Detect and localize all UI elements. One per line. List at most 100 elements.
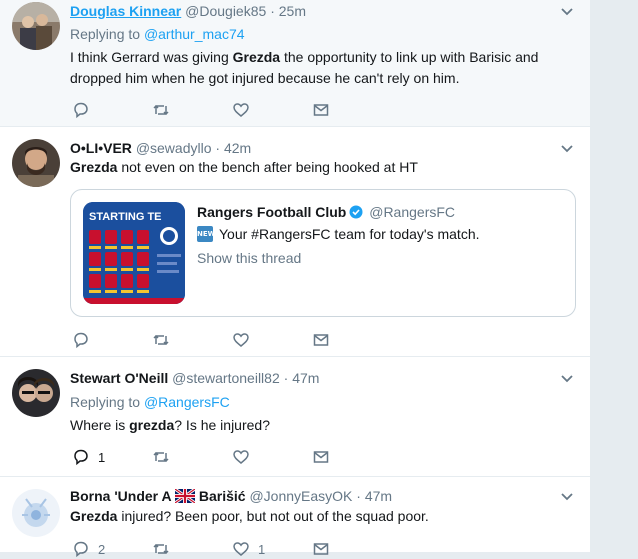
direct-message-button[interactable] — [312, 447, 330, 467]
avatar[interactable] — [12, 139, 60, 187]
reply-button[interactable]: 2 — [72, 539, 105, 559]
user-handle[interactable]: @Dougiek85 — [185, 3, 266, 19]
reply-icon — [74, 102, 88, 119]
tweet-text-part: ? Is he injured? — [174, 417, 270, 433]
highlighted-term: Grezda — [232, 49, 281, 65]
quoted-tweet-text: NEW Your #RangersFC team for today's matc… — [197, 226, 480, 242]
tweet-text-part: Where is — [70, 417, 130, 433]
show-thread-link[interactable]: Show this thread — [197, 250, 301, 266]
tweet[interactable]: Stewart O'Neill @stewartoneill82 · 47m R… — [0, 357, 590, 477]
tweet-header: Douglas Kinnear @Dougiek85 · 25m — [70, 3, 306, 19]
avatar[interactable] — [12, 369, 60, 417]
quoted-image-title: STARTING TE — [89, 211, 162, 223]
reply-icon — [74, 449, 88, 466]
user-handle[interactable]: @sewadyllo — [136, 140, 212, 156]
new-badge-icon: NEW — [197, 226, 215, 242]
timestamp[interactable]: 42m — [224, 140, 251, 156]
display-name[interactable]: O•LI•VER — [70, 140, 132, 156]
replying-to: Replying to @arthur_mac74 — [70, 26, 245, 42]
like-button[interactable] — [232, 330, 250, 350]
highlighted-term: grezda — [129, 417, 175, 433]
dm-icon — [313, 334, 329, 346]
direct-message-button[interactable] — [312, 539, 330, 559]
verified-icon — [349, 205, 363, 219]
like-icon — [233, 450, 249, 464]
separator-dot: · — [270, 3, 275, 19]
display-name-part: Barišić — [194, 488, 246, 504]
quoted-tweet-body: Your #RangersFC team for today's match. — [219, 226, 480, 242]
tweet[interactable]: O•LI•VER @sewadyllo · 42m Grezda not eve… — [0, 127, 590, 357]
separator-dot: · — [356, 488, 361, 504]
reply-icon — [74, 332, 88, 349]
timeline: Douglas Kinnear @Dougiek85 · 25m Replyin… — [0, 0, 590, 558]
reply-count: 1 — [98, 449, 106, 465]
retweet-icon — [153, 543, 169, 555]
tweet[interactable]: Borna 'Under A Barišić @JonnyEasyOK · 47… — [0, 477, 590, 558]
reply-count: 2 — [98, 541, 106, 557]
timestamp[interactable]: 25m — [279, 3, 306, 19]
chevron-down-icon[interactable] — [560, 492, 574, 502]
dm-icon — [313, 451, 329, 463]
chevron-down-icon[interactable] — [560, 374, 574, 384]
chevron-down-icon[interactable] — [560, 7, 574, 17]
display-name[interactable]: Borna 'Under A Barišić — [70, 487, 246, 505]
retweet-icon — [153, 334, 169, 346]
tweet-actions — [70, 100, 370, 120]
timestamp[interactable]: 47m — [365, 488, 392, 504]
like-icon — [233, 542, 249, 556]
tweet-text: Grezda not even on the bench after being… — [70, 157, 570, 178]
tweet-text-part: not even on the bench after being hooked… — [117, 159, 418, 175]
uk-flag-icon — [174, 487, 196, 505]
user-handle[interactable]: @JonnyEasyOK — [249, 488, 352, 504]
avatar[interactable] — [12, 2, 60, 50]
like-button[interactable] — [232, 447, 250, 467]
like-count: 1 — [258, 541, 266, 557]
separator-dot: · — [215, 140, 221, 156]
tweet-text: Where is grezda? Is he injured? — [70, 415, 570, 436]
like-icon — [233, 333, 249, 347]
chevron-down-icon[interactable] — [560, 144, 574, 154]
quoted-tweet-image[interactable]: STARTING TE — [83, 202, 185, 304]
quoted-tweet-card[interactable]: STARTING TE Rangers Football Club @Range… — [70, 189, 576, 317]
avatar[interactable] — [12, 489, 60, 537]
display-name[interactable]: Douglas Kinnear — [70, 3, 181, 19]
retweet-button[interactable] — [152, 539, 170, 559]
direct-message-button[interactable] — [312, 100, 330, 120]
tweet-actions — [70, 330, 370, 350]
retweet-icon — [153, 451, 169, 463]
reply-button[interactable]: 1 — [72, 447, 105, 467]
display-name[interactable]: Stewart O'Neill — [70, 370, 168, 386]
like-button[interactable]: 1 — [232, 539, 265, 559]
direct-message-button[interactable] — [312, 330, 330, 350]
reply-button[interactable] — [72, 330, 90, 350]
highlighted-term: Grezda — [70, 508, 118, 524]
retweet-icon — [153, 104, 169, 116]
replying-to-label: Replying to — [70, 26, 144, 42]
quoted-display-name[interactable]: Rangers Football Club — [197, 204, 346, 220]
reply-button[interactable] — [72, 100, 90, 120]
user-handle[interactable]: @stewartoneill82 — [172, 370, 280, 386]
tweet-text: I think Gerrard was giving Grezda the op… — [70, 47, 570, 89]
separator-dot: · — [283, 370, 289, 386]
tweet-header: Stewart O'Neill @stewartoneill82 · 47m — [70, 370, 319, 386]
tweet-text-part: injured? Been poor, but not out of the s… — [117, 508, 429, 524]
like-button[interactable] — [232, 100, 250, 120]
timestamp[interactable]: 47m — [292, 370, 319, 386]
replying-to: Replying to @RangersFC — [70, 394, 230, 410]
tweet-text: Grezda injured? Been poor, but not out o… — [70, 506, 570, 527]
quoted-user-handle[interactable]: @RangersFC — [369, 204, 455, 220]
tweet-text-part: I think Gerrard was giving — [70, 49, 233, 65]
like-icon — [233, 103, 249, 117]
highlighted-term: Grezda — [70, 159, 118, 175]
replying-to-handle[interactable]: @RangersFC — [144, 394, 230, 410]
retweet-button[interactable] — [152, 100, 170, 120]
tweet-header: O•LI•VER @sewadyllo · 42m — [70, 140, 251, 156]
retweet-button[interactable] — [152, 447, 170, 467]
page-background — [590, 0, 638, 552]
replying-to-label: Replying to — [70, 394, 144, 410]
tweet[interactable]: Douglas Kinnear @Dougiek85 · 25m Replyin… — [0, 0, 590, 127]
dm-icon — [313, 104, 329, 116]
replying-to-handle[interactable]: @arthur_mac74 — [144, 26, 245, 42]
tweet-header: Borna 'Under A Barišić @JonnyEasyOK · 47… — [70, 487, 392, 505]
retweet-button[interactable] — [152, 330, 170, 350]
